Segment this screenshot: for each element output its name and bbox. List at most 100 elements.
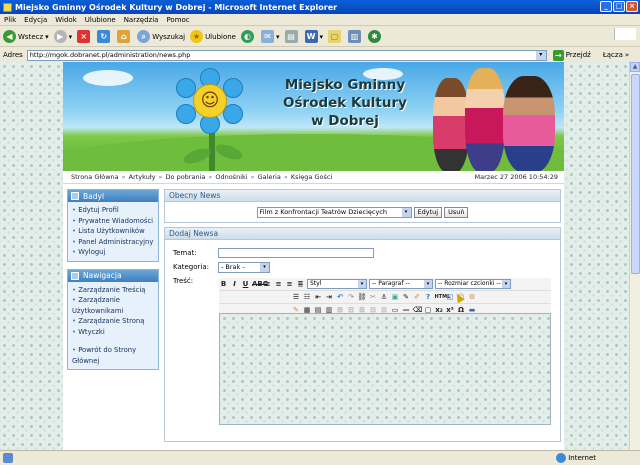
help-icon[interactable]: ?: [424, 293, 433, 302]
word-icon: W: [304, 30, 318, 43]
align-right-icon[interactable]: ≡: [285, 280, 294, 289]
current-news-panel: Obecny News Film z Konfrontacji Teatrów …: [164, 189, 561, 223]
go-button[interactable]: → Przejdź: [552, 49, 591, 61]
menu-edycja[interactable]: Edycja: [24, 16, 47, 24]
menu-narzedzia[interactable]: Narzędzia: [124, 16, 159, 24]
link-lista-uzytkownikow[interactable]: • Lista Użytkowników: [72, 226, 154, 237]
menu-widok[interactable]: Widok: [55, 16, 77, 24]
menu-pomoc[interactable]: Pomoc: [166, 16, 189, 24]
underline-button[interactable]: U: [241, 280, 250, 289]
link-edytuj-profil[interactable]: • Edytuj Profil: [72, 205, 154, 216]
link-zarzadzanie-strona[interactable]: • Zarządzanie Stroną: [72, 316, 154, 327]
messenger-button[interactable]: ✱: [368, 30, 383, 43]
stop-button[interactable]: ×: [77, 30, 92, 43]
mail-button[interactable]: ✉ ▾: [260, 30, 280, 43]
link-prywatne-wiadomosci[interactable]: • Prywatne Wiadomości: [72, 216, 154, 227]
link-zarzadzanie-trescia[interactable]: • Zarządzanie Treścią: [72, 285, 154, 296]
address-dropdown-icon[interactable]: ▾: [535, 50, 546, 60]
nav-ksiega-gosci[interactable]: Księga Gości: [291, 173, 332, 181]
menu-plik[interactable]: Plik: [4, 16, 16, 24]
number-list-icon[interactable]: ☷: [303, 293, 312, 302]
strikethrough-button[interactable]: ABC: [252, 280, 268, 289]
outdent-icon[interactable]: ⇤: [314, 293, 323, 302]
favorites-button[interactable]: ★ Ulubione: [190, 30, 236, 43]
back-button[interactable]: ◀ Wstecz ▾: [3, 30, 49, 43]
bold-button[interactable]: B: [219, 280, 228, 289]
refresh-icon: ↻: [97, 30, 111, 43]
forward-button[interactable]: ▶ ▾: [53, 30, 72, 43]
category-select[interactable]: - Brak - ▾: [218, 261, 270, 273]
minimize-button[interactable]: _: [600, 1, 612, 12]
italic-button[interactable]: I: [230, 280, 239, 289]
cleanup-icon[interactable]: ✎: [402, 293, 411, 302]
print-icon: ▤: [284, 30, 298, 43]
media-insert-icon[interactable]: ⚙: [468, 293, 477, 302]
vertical-scrollbar[interactable]: ▲: [629, 62, 640, 450]
style-select[interactable]: Styl ▾: [307, 279, 367, 289]
link-wyloguj[interactable]: • Wyloguj: [72, 247, 154, 258]
home-button[interactable]: ⌂: [117, 30, 132, 43]
link-zarzadzanie-uzytkownikami-cont[interactable]: Użytkownikami: [72, 306, 154, 317]
menu-ulubione[interactable]: Ulubione: [85, 16, 116, 24]
editor-content-area[interactable]: [219, 313, 551, 425]
security-zone: Internet: [556, 453, 596, 463]
notes-icon: ▢: [328, 30, 342, 43]
address-input[interactable]: http://mgok.dobranet.pl/administration/n…: [26, 49, 547, 61]
research-button[interactable]: ▥: [348, 30, 363, 43]
scroll-up-icon[interactable]: ▲: [630, 62, 640, 72]
nav-strona-glowna[interactable]: Strona Główna: [71, 173, 119, 181]
brush-icon[interactable]: ✐: [413, 293, 422, 302]
page-viewport: ☺ Miejsko Gminny Ośrodek Kultury w Dobre…: [0, 62, 629, 450]
editor-toolbar-row-1: B I U ABC ≡ ≡ ≡ ≣ Styl ▾ -- Paragraf -- ▾ …: [219, 278, 551, 291]
anchor-icon[interactable]: ⚓: [380, 293, 389, 302]
home-icon: ⌂: [117, 30, 131, 43]
link-wtyczki[interactable]: • Wtyczki: [72, 327, 154, 338]
align-left-icon[interactable]: ≡: [263, 280, 272, 289]
main-content: Obecny News Film z Konfrontacji Teatrów …: [164, 189, 561, 446]
redo-icon[interactable]: ↷: [347, 293, 356, 302]
refresh-button[interactable]: ↻: [97, 30, 112, 43]
search-button[interactable]: ⌕ Wyszukaj: [137, 30, 185, 43]
add-news-title: Dodaj Newsa: [165, 228, 560, 240]
indent-icon[interactable]: ⇥: [325, 293, 334, 302]
print-button[interactable]: ▤: [284, 30, 300, 43]
banner-title: Miejsko Gminny Ośrodek Kultury w Dobrej: [283, 77, 407, 129]
word-button[interactable]: W ▾: [304, 30, 323, 43]
nav-galeria[interactable]: Galeria: [258, 173, 281, 181]
nav-odnosniki[interactable]: Odnośniki: [215, 173, 247, 181]
link-powrot[interactable]: • Powrót do Strony: [72, 345, 154, 356]
news-select[interactable]: Film z Konfrontacji Teatrów Dziecięcych ▾: [256, 206, 412, 218]
nav-do-pobrania[interactable]: Do pobrania: [166, 173, 206, 181]
html-icon[interactable]: HTML: [435, 293, 451, 302]
site-navigation: Strona Główna» Artykuły» Do pobrania» Od…: [63, 171, 564, 184]
scroll-thumb[interactable]: [631, 74, 640, 274]
image-icon[interactable]: ▣: [391, 293, 400, 302]
back-arrow-icon: ◀: [3, 30, 16, 43]
fontsize-select[interactable]: -- Rozmiar czcionki -- ▾: [435, 279, 511, 289]
paragraph-select[interactable]: -- Paragraf -- ▾: [369, 279, 433, 289]
notes-button[interactable]: ▢: [328, 30, 343, 43]
link-panel-administracyjny[interactable]: • Panel Administracyjny: [72, 237, 154, 248]
search-icon: ⌕: [137, 30, 151, 43]
link-icon[interactable]: ⛓: [358, 293, 367, 302]
subject-input[interactable]: [218, 248, 374, 258]
edit-news-button[interactable]: Edytuj: [413, 206, 443, 218]
maximize-button[interactable]: □: [613, 1, 625, 12]
undo-icon[interactable]: ↶: [336, 293, 345, 302]
delete-news-button[interactable]: Usuń: [444, 206, 469, 218]
bullet-list-icon[interactable]: ☰: [292, 293, 301, 302]
current-news-title: Obecny News: [165, 190, 560, 202]
unlink-icon[interactable]: ✂: [369, 293, 378, 302]
link-zarzadzanie-uzytkownikami[interactable]: • Zarządzanie: [72, 295, 154, 306]
link-powrot-cont[interactable]: Głównej: [72, 356, 154, 367]
media-button[interactable]: ◐: [240, 30, 256, 43]
window-titlebar: Miejsko Gminny Ośrodek Kultury w Dobrej …: [0, 0, 640, 14]
links-button[interactable]: Łącza: [603, 51, 623, 59]
web-page: ☺ Miejsko Gminny Ośrodek Kultury w Dobre…: [63, 62, 564, 450]
close-button[interactable]: ×: [626, 1, 638, 12]
align-center-icon[interactable]: ≡: [274, 280, 283, 289]
category-label: Kategoria:: [173, 263, 210, 271]
ie-page-icon: [3, 2, 12, 12]
align-justify-icon[interactable]: ≣: [296, 280, 305, 289]
nav-artykuly[interactable]: Artykuły: [129, 173, 156, 181]
